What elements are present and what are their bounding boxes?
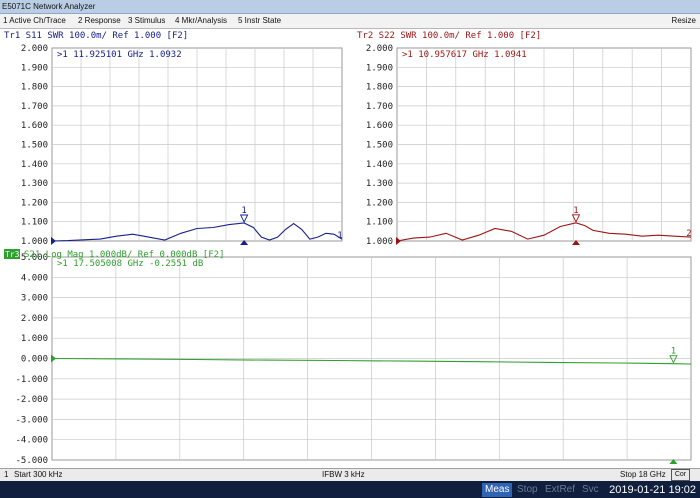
trace-2-ytick-8: 1.200 xyxy=(366,198,393,208)
status-channel: 1 xyxy=(4,470,9,479)
instrument-taskbar: Meas Stop ExtRef Svc 2019-01-21 19:02 xyxy=(0,481,700,498)
trace-3-ytick-2: 3.000 xyxy=(21,294,48,304)
trace-1-ytick-0: 2.000 xyxy=(21,44,48,54)
task-svc[interactable]: Svc xyxy=(582,484,599,496)
task-extref[interactable]: ExtRef xyxy=(545,484,575,496)
menu-response[interactable]: 2 Response xyxy=(78,14,121,28)
status-stop-frequency: Stop 18 GHz xyxy=(620,470,666,479)
trace-3-ytick-7: -2.000 xyxy=(15,395,48,405)
menu-instr-state[interactable]: 5 Instr State xyxy=(238,14,281,28)
menu-mkr-analysis[interactable]: 4 Mkr/Analysis xyxy=(175,14,227,28)
trace-1-ytick-6: 1.400 xyxy=(21,160,48,170)
correction-badge[interactable]: Cor xyxy=(671,469,690,481)
trace-3-marker-label: 1 xyxy=(671,347,676,357)
trace-1-header: Tr1 S11 SWR 100.0m/ Ref 1.000 [F2] xyxy=(4,31,188,41)
trace-2-ytick-9: 1.100 xyxy=(366,218,393,228)
trace-3-marker-readout: >1 17.505008 GHz -0.2551 dB xyxy=(57,259,203,269)
trace-1-ytick-3: 1.700 xyxy=(21,102,48,112)
trace-1-ytick-8: 1.200 xyxy=(21,198,48,208)
trace-2-ytick-4: 1.600 xyxy=(366,121,393,131)
trace-3-ytick-3: 2.000 xyxy=(21,314,48,324)
trace-3-ytick-6: -1.000 xyxy=(15,375,48,385)
trace-2-ytick-0: 2.000 xyxy=(366,44,393,54)
window-title-bar: E5071C Network Analyzer xyxy=(0,0,700,14)
trace-3-badge: Tr3 xyxy=(5,250,20,259)
trace-2-marker-readout: >1 10.957617 GHz 1.0941 xyxy=(402,50,527,60)
menu-stimulus[interactable]: 3 Stimulus xyxy=(128,14,165,28)
trace-3-ytick-1: 4.000 xyxy=(21,273,48,283)
trace-3-ytick-10: -5.000 xyxy=(15,456,48,466)
trace-1-marker-label: 1 xyxy=(241,206,246,216)
trace-2-ytick-7: 1.300 xyxy=(366,179,393,189)
status-start-frequency: Start 300 kHz xyxy=(14,470,63,479)
trace-2-ytick-6: 1.400 xyxy=(366,160,393,170)
trace-2-ytick-3: 1.700 xyxy=(366,102,393,112)
task-meas[interactable]: Meas xyxy=(482,483,513,497)
trace-1-ytick-10: 1.000 xyxy=(21,237,48,247)
trace-2-header: Tr2 S22 SWR 100.0m/ Ref 1.000 [F2] xyxy=(357,31,541,41)
trace-3-ytick-5: 0.000 xyxy=(21,355,48,365)
window-title: E5071C Network Analyzer xyxy=(2,2,96,11)
trace-1-ytick-7: 1.300 xyxy=(21,179,48,189)
trace-2-ytick-5: 1.500 xyxy=(366,141,393,151)
trace-1-ytick-1: 1.900 xyxy=(21,63,48,73)
trace-3-ytick-8: -3.000 xyxy=(15,415,48,425)
trace-3-ytick-9: -4.000 xyxy=(15,436,48,446)
trace-1-ytick-4: 1.600 xyxy=(21,121,48,131)
menu-bar: 1 Active Ch/Trace 2 Response 3 Stimulus … xyxy=(0,14,700,29)
status-bar: 1 Start 300 kHz IFBW 3 kHz Stop 18 GHz C… xyxy=(0,468,700,481)
trace-1-end-marker-label: 1 xyxy=(337,231,342,241)
trace-1-ytick-5: 1.500 xyxy=(21,141,48,151)
trace-3-ytick-4: 1.000 xyxy=(21,334,48,344)
menu-active-ch-trace[interactable]: 1 Active Ch/Trace xyxy=(3,14,66,28)
trace-2-marker-label: 1 xyxy=(573,206,578,216)
trace-1-ytick-2: 1.800 xyxy=(21,83,48,93)
task-stop[interactable]: Stop xyxy=(517,484,538,496)
trace-2-ytick-1: 1.900 xyxy=(366,63,393,73)
analyzer-display: 2.000 1.900 1.800 1.700 1.600 1.500 1.400 1.300… xyxy=(4,31,692,466)
trace-2-ytick-10: 1.000 xyxy=(366,237,393,247)
clock: 2019-01-21 19:02 xyxy=(609,484,696,496)
status-ifbw: IFBW 3 kHz xyxy=(322,470,365,479)
resize-button[interactable]: Resize xyxy=(672,14,696,28)
trace-1-ytick-9: 1.100 xyxy=(21,218,48,228)
trace-2-end-marker-label: 2 xyxy=(686,229,691,239)
trace-2-ytick-2: 1.800 xyxy=(366,83,393,93)
trace-1-marker-readout: >1 11.925101 GHz 1.0932 xyxy=(57,50,182,60)
